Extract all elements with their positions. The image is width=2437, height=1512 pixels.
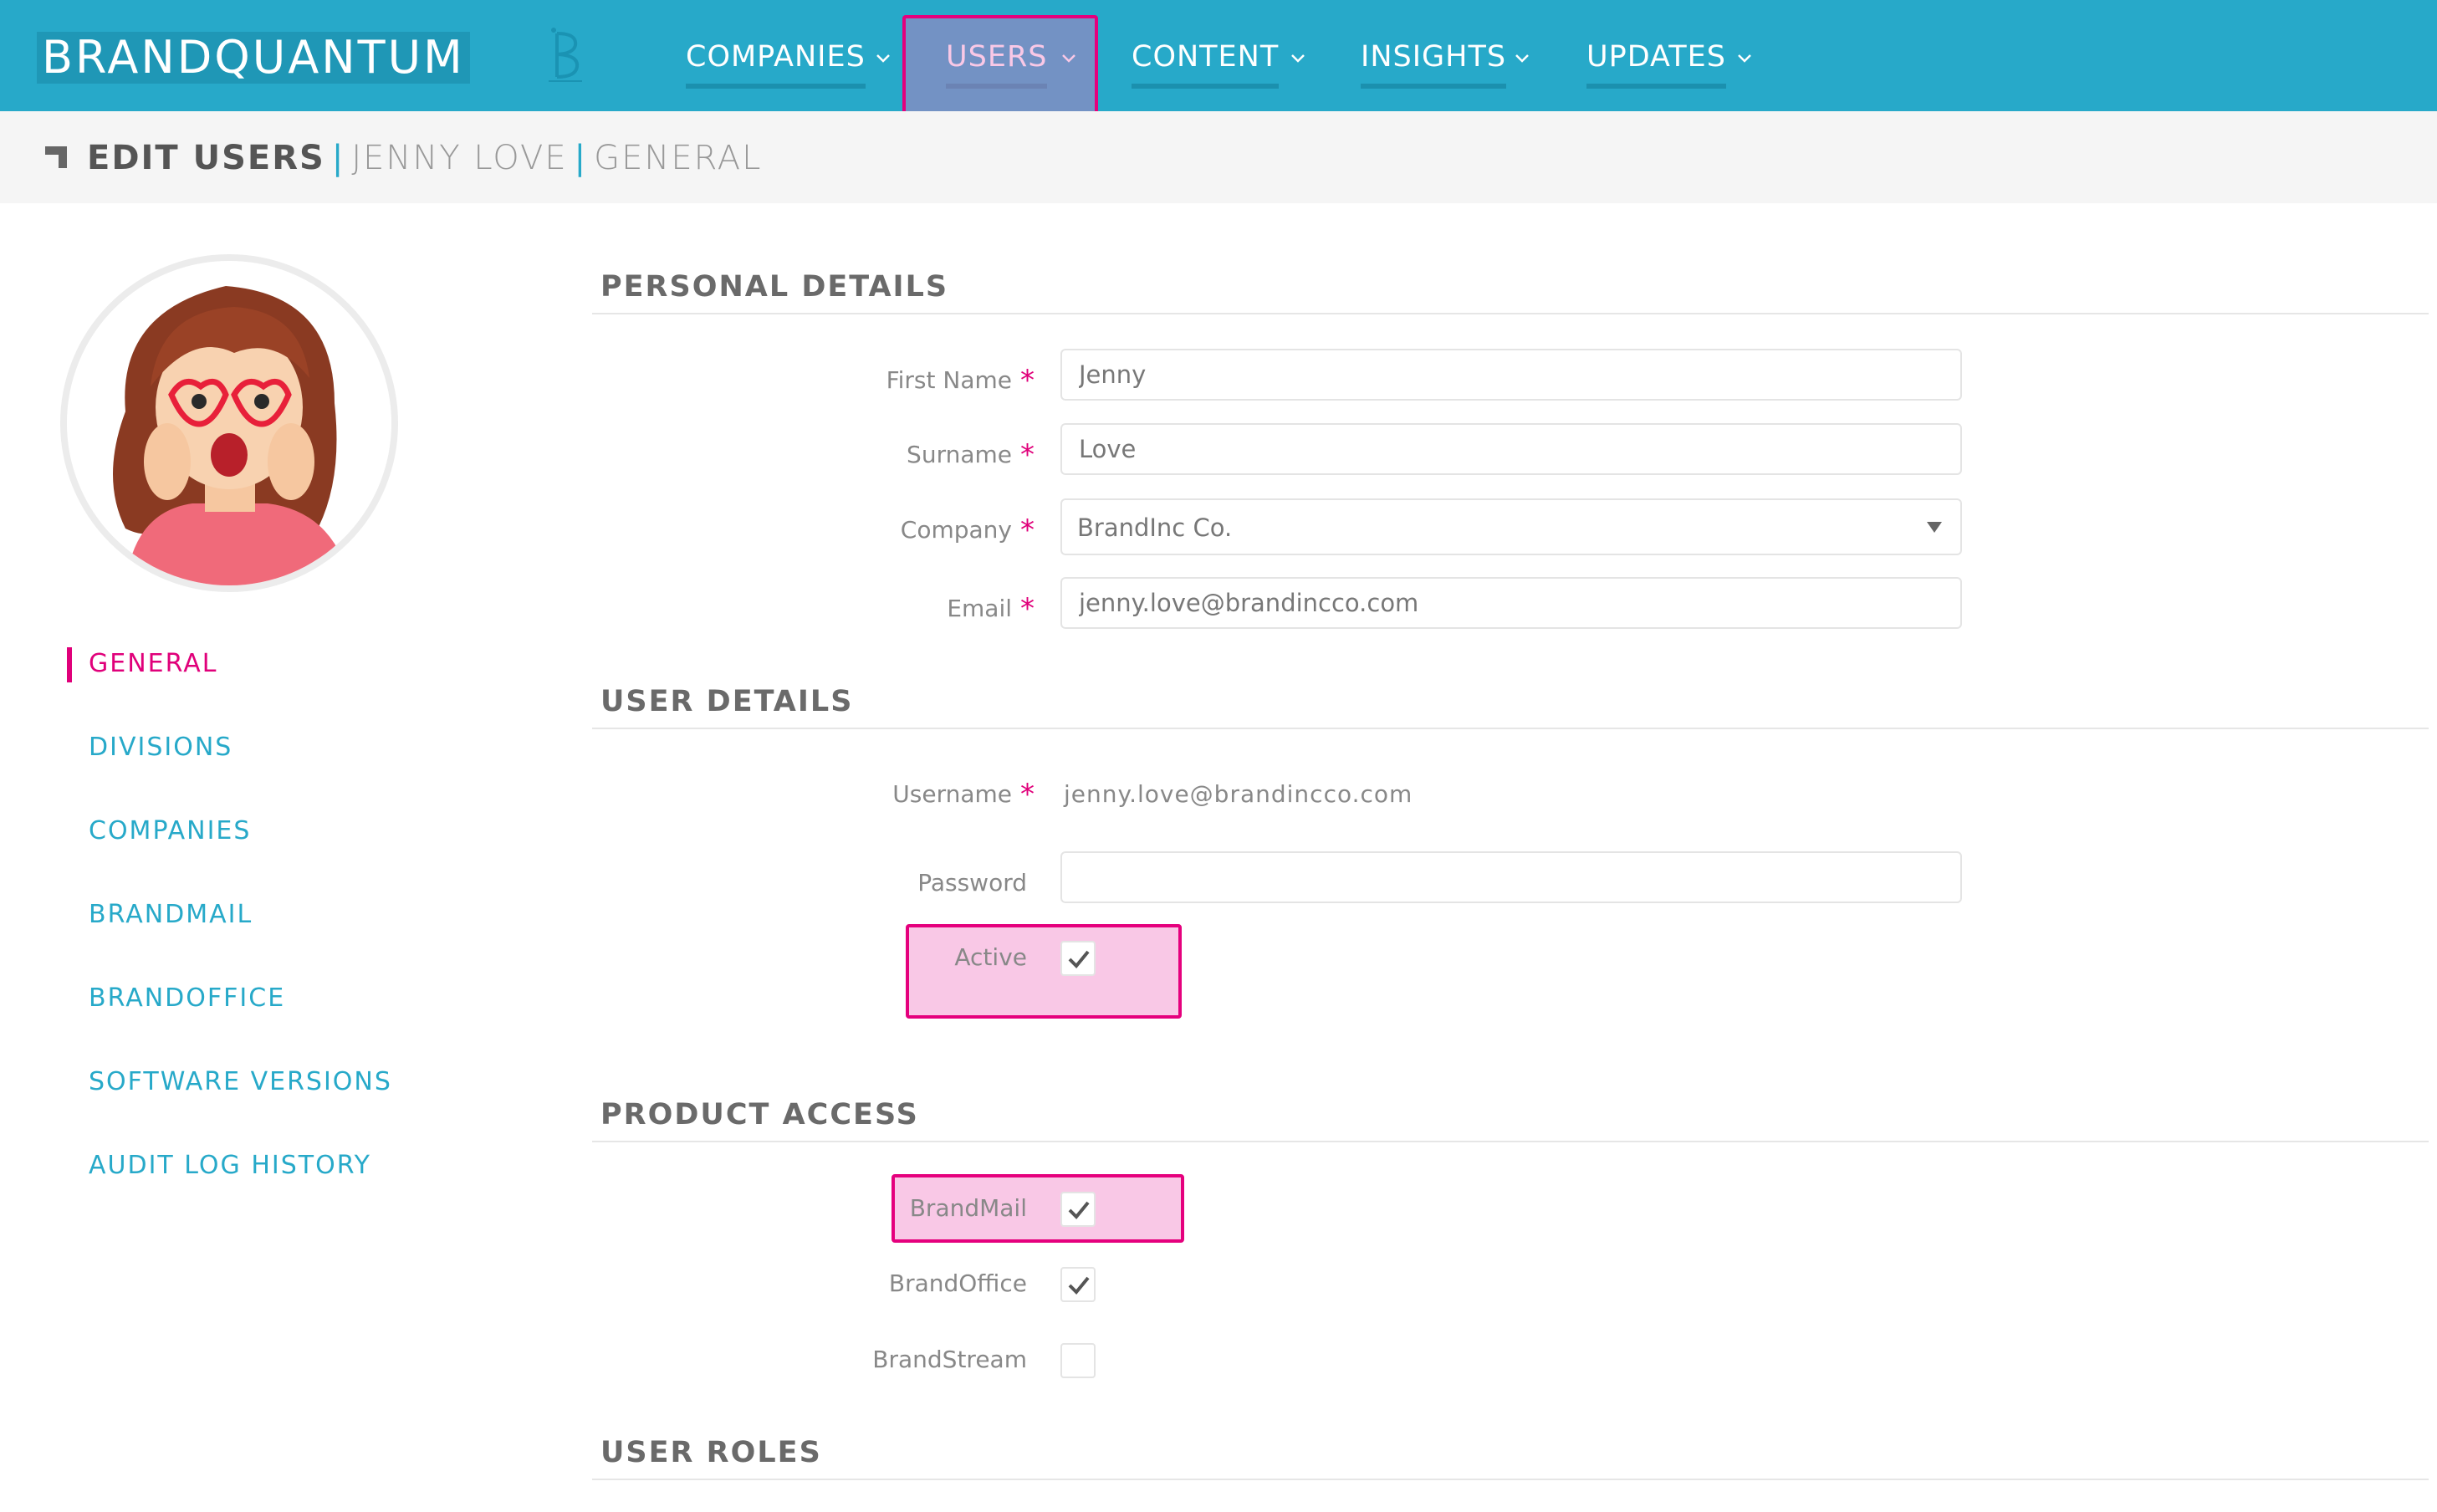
user-avatar[interactable] — [60, 254, 398, 592]
company-label: Company — [900, 516, 1012, 544]
section-title-personal-details: PERSONAL DETAILS — [600, 270, 949, 304]
email-label: Email — [947, 595, 1012, 622]
email-input[interactable] — [1060, 577, 1962, 629]
password-input[interactable] — [1060, 851, 1962, 903]
brandquantum-logo[interactable]: BRANDQUANTUM — [37, 32, 470, 84]
company-select[interactable]: BrandInc Co. — [1060, 498, 1962, 555]
section-divider — [592, 728, 2429, 729]
breadcrumb-user: JENNY LOVE — [351, 139, 568, 177]
cartoon-woman-avatar-image — [67, 261, 391, 585]
nav-content-label: CONTENT — [1132, 40, 1280, 89]
sidebar-item-divisions[interactable]: DIVISIONS — [89, 733, 232, 763]
sidebar-item-companies[interactable]: COMPANIES — [89, 816, 251, 846]
brandmail-label: BrandMail — [909, 1194, 1027, 1222]
section-title-product-access: PRODUCT ACCESS — [600, 1098, 919, 1131]
section-title-user-roles: USER ROLES — [600, 1436, 822, 1469]
section-divider — [592, 1479, 2429, 1480]
dropdown-arrow-icon — [1927, 522, 1942, 533]
top-navigation-bar: BRANDQUANTUM COMPANIES USERS CONTENT INS… — [0, 0, 2437, 111]
password-label: Password — [917, 869, 1027, 896]
sidebar-item-general[interactable]: GENERAL — [89, 649, 217, 679]
checkmark-icon — [1068, 1276, 1090, 1295]
brandoffice-checkbox[interactable] — [1060, 1267, 1096, 1302]
nav-companies[interactable]: COMPANIES — [686, 40, 890, 90]
brandmail-checkbox[interactable] — [1060, 1192, 1096, 1227]
checkmark-icon — [1068, 1201, 1090, 1219]
sidebar-item-brandmail[interactable]: BRANDMAIL — [89, 900, 253, 930]
first-name-input[interactable] — [1060, 349, 1962, 401]
required-asterisk: * — [1020, 438, 1035, 472]
sidebar-active-indicator — [67, 647, 72, 682]
nav-updates-label: UPDATES — [1586, 40, 1726, 89]
brandinc-logo-icon — [549, 28, 582, 82]
first-name-label: First Name — [886, 366, 1012, 394]
breadcrumb: EDIT USERS | JENNY LOVE | GENERAL — [87, 138, 762, 178]
section-title-user-details: USER DETAILS — [600, 685, 854, 718]
sidebar-item-brandoffice[interactable]: BRANDOFFICE — [89, 983, 285, 1014]
required-asterisk: * — [1020, 513, 1035, 547]
chevron-down-icon — [1738, 54, 1751, 63]
brandstream-checkbox[interactable] — [1060, 1343, 1096, 1378]
nav-updates[interactable]: UPDATES — [1586, 40, 1751, 90]
active-checkbox[interactable] — [1060, 941, 1096, 976]
logo-text: BRANDQUANTUM — [42, 31, 465, 84]
username-value: jenny.love@brandincco.com — [1064, 780, 1413, 808]
username-label: Username — [892, 780, 1012, 808]
breadcrumb-separator: | — [331, 139, 345, 177]
sidebar-item-software-versions[interactable]: SOFTWARE VERSIONS — [89, 1067, 392, 1097]
active-label: Active — [954, 943, 1027, 971]
nav-insights-label: INSIGHTS — [1361, 40, 1507, 89]
brandstream-label: BrandStream — [872, 1346, 1027, 1373]
sidebar-item-audit-log-history[interactable]: AUDIT LOG HISTORY — [89, 1151, 371, 1181]
checkmark-icon — [1068, 950, 1090, 968]
chevron-down-icon — [1515, 54, 1529, 63]
section-divider — [592, 1141, 2429, 1142]
required-asterisk: * — [1020, 592, 1035, 626]
breadcrumb-page: GENERAL — [594, 139, 763, 177]
breadcrumb-separator: | — [574, 139, 588, 177]
corner-marker-icon — [45, 146, 67, 168]
section-divider — [592, 313, 2429, 314]
required-asterisk: * — [1020, 778, 1035, 811]
breadcrumb-bar: EDIT USERS | JENNY LOVE | GENERAL — [0, 111, 2437, 203]
nav-content[interactable]: CONTENT — [1132, 40, 1305, 90]
surname-label: Surname — [907, 441, 1012, 468]
chevron-down-icon — [1291, 54, 1305, 63]
nav-insights[interactable]: INSIGHTS — [1361, 40, 1529, 90]
brandoffice-label: BrandOffice — [888, 1269, 1027, 1297]
surname-input[interactable] — [1060, 423, 1962, 475]
breadcrumb-section: EDIT USERS — [87, 139, 325, 177]
required-asterisk: * — [1020, 364, 1035, 397]
nav-companies-label: COMPANIES — [686, 40, 866, 89]
chevron-down-icon — [876, 54, 890, 63]
active-highlight-box — [906, 924, 1182, 1019]
company-select-value: BrandInc Co. — [1077, 513, 1233, 542]
